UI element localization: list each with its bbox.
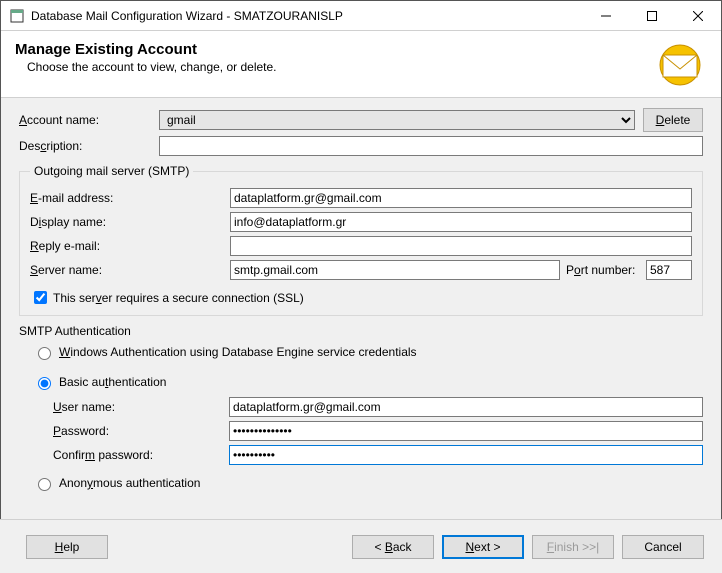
ssl-checkbox-row[interactable]: This server requires a secure connection… bbox=[30, 288, 692, 307]
ssl-label: This server requires a secure connection… bbox=[53, 291, 304, 305]
content-area: Account name: gmail Delete Description: … bbox=[1, 98, 721, 531]
windows-auth-radio[interactable] bbox=[38, 347, 51, 360]
description-label: Description: bbox=[19, 139, 159, 153]
anonymous-auth-radio[interactable] bbox=[38, 478, 51, 491]
port-input[interactable] bbox=[646, 260, 692, 280]
reply-email-input[interactable] bbox=[230, 236, 692, 256]
back-button[interactable]: < Back bbox=[352, 535, 434, 559]
close-button[interactable] bbox=[675, 1, 721, 30]
finish-button: Finish >>| bbox=[532, 535, 614, 559]
confirm-password-input[interactable] bbox=[229, 445, 703, 465]
cancel-button[interactable]: Cancel bbox=[622, 535, 704, 559]
ssl-checkbox[interactable] bbox=[34, 291, 47, 304]
basic-auth-fields: User name: Password: Confirm password: bbox=[53, 396, 703, 465]
maximize-button[interactable] bbox=[629, 1, 675, 30]
anonymous-auth-label: Anonymous authentication bbox=[59, 476, 200, 490]
port-label: Port number: bbox=[566, 263, 646, 277]
smtp-legend: Outgoing mail server (SMTP) bbox=[30, 164, 193, 178]
anonymous-auth-radio-row[interactable]: Anonymous authentication bbox=[33, 475, 703, 491]
display-name-label: Display name: bbox=[30, 215, 230, 229]
display-name-input[interactable] bbox=[230, 212, 692, 232]
confirm-password-label: Confirm password: bbox=[53, 448, 229, 462]
titlebar: Database Mail Configuration Wizard - SMA… bbox=[1, 1, 721, 31]
smtp-fieldset: Outgoing mail server (SMTP) E-mail addre… bbox=[19, 164, 703, 316]
window-controls bbox=[583, 1, 721, 30]
reply-email-label: Reply e-mail: bbox=[30, 239, 230, 253]
server-name-input[interactable] bbox=[230, 260, 560, 280]
account-name-label: Account name: bbox=[19, 113, 159, 127]
password-label: Password: bbox=[53, 424, 229, 438]
minimize-button[interactable] bbox=[583, 1, 629, 30]
email-label: E-mail address: bbox=[30, 191, 230, 205]
basic-auth-radio-row[interactable]: Basic authentication bbox=[33, 374, 703, 390]
window-title: Database Mail Configuration Wizard - SMA… bbox=[31, 9, 583, 23]
app-icon bbox=[9, 8, 25, 24]
smtp-auth-title: SMTP Authentication bbox=[19, 324, 703, 338]
delete-button[interactable]: Delete bbox=[643, 108, 703, 132]
wizard-footer: Help < Back Next > Finish >>| Cancel bbox=[0, 519, 722, 573]
account-name-select[interactable]: gmail bbox=[159, 110, 635, 130]
page-title: Manage Existing Account bbox=[15, 41, 653, 58]
basic-auth-label: Basic authentication bbox=[59, 375, 166, 389]
username-input[interactable] bbox=[229, 397, 703, 417]
page-subtitle: Choose the account to view, change, or d… bbox=[27, 60, 653, 74]
mail-icon bbox=[653, 41, 707, 89]
wizard-header: Manage Existing Account Choose the accou… bbox=[1, 31, 721, 98]
password-input[interactable] bbox=[229, 421, 703, 441]
email-input[interactable] bbox=[230, 188, 692, 208]
next-button[interactable]: Next > bbox=[442, 535, 524, 559]
server-name-label: Server name: bbox=[30, 263, 230, 277]
description-input[interactable] bbox=[159, 136, 703, 156]
username-label: User name: bbox=[53, 400, 229, 414]
windows-auth-radio-row[interactable]: Windows Authentication using Database En… bbox=[33, 344, 703, 360]
help-button[interactable]: Help bbox=[26, 535, 108, 559]
windows-auth-label: Windows Authentication using Database En… bbox=[59, 345, 417, 359]
basic-auth-radio[interactable] bbox=[38, 377, 51, 390]
